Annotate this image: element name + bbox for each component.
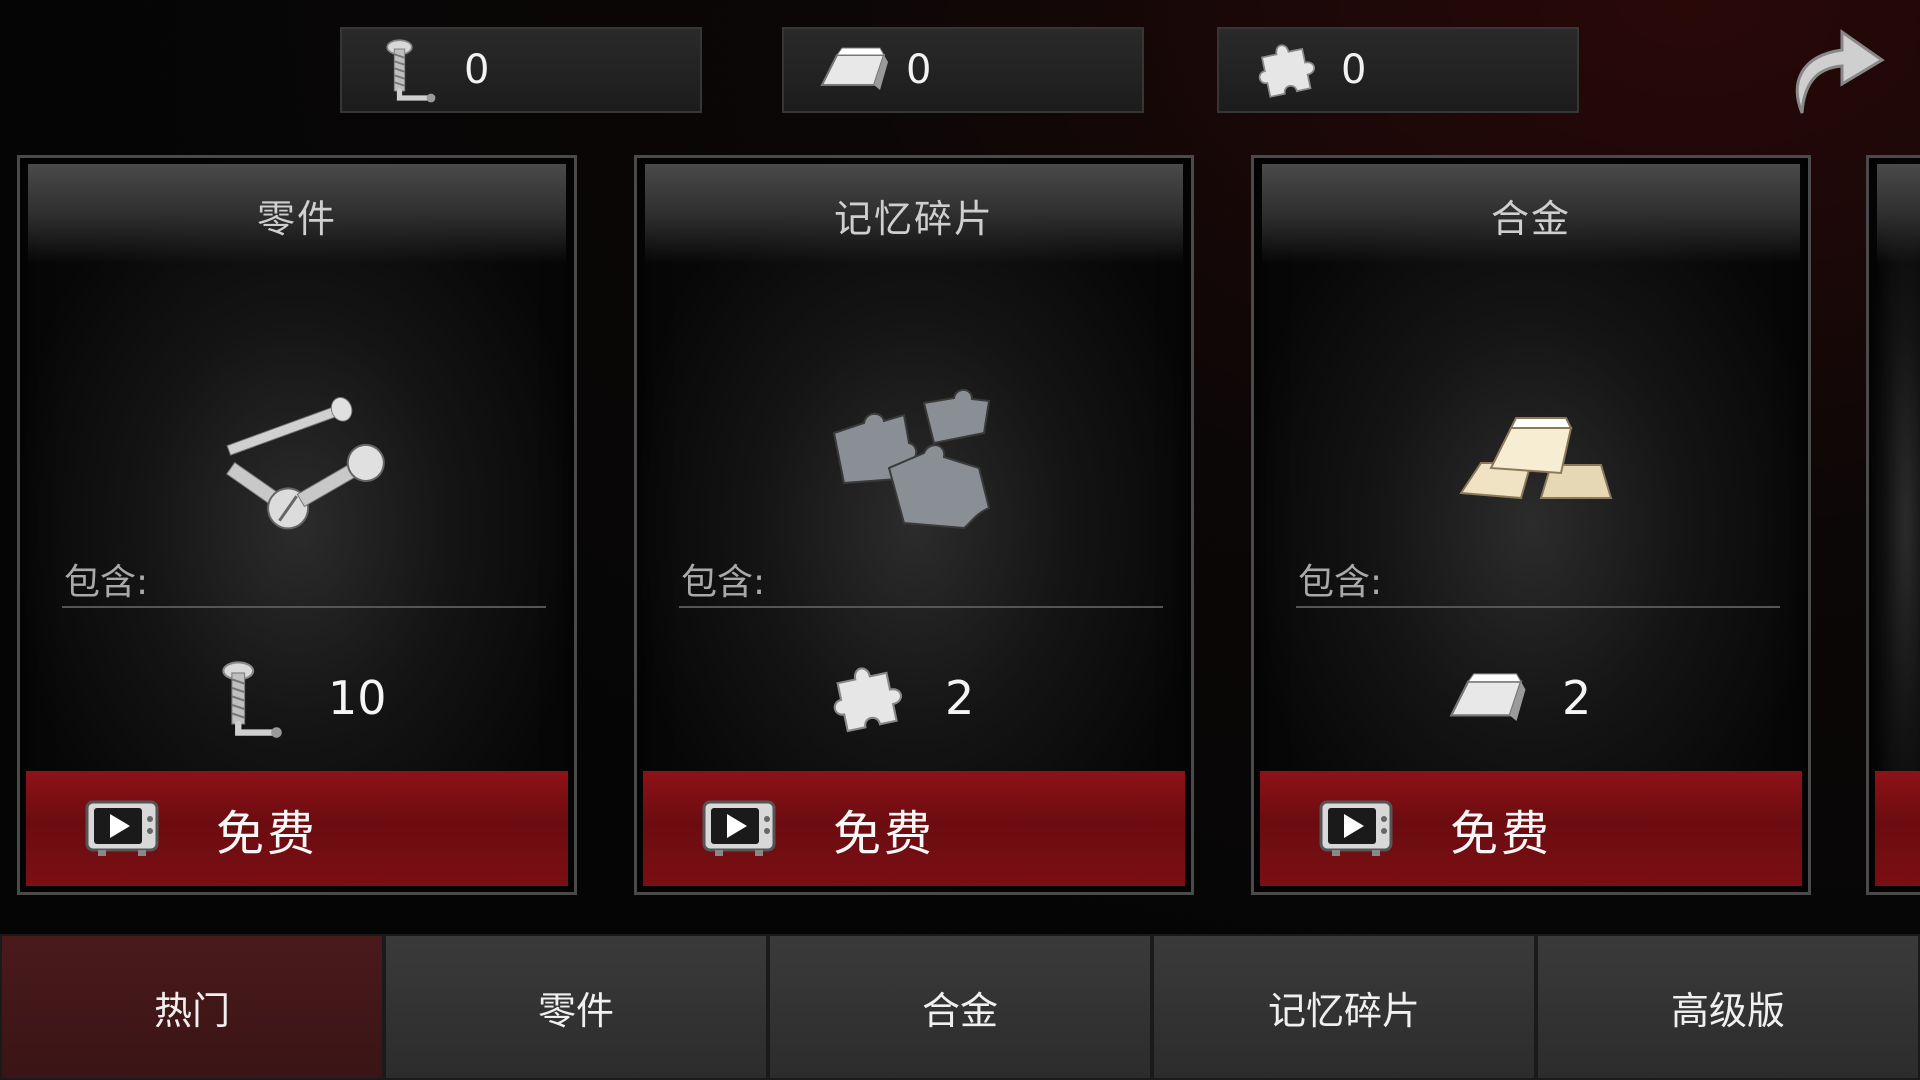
reward-row: 2 xyxy=(1254,653,1808,743)
tv-play-icon xyxy=(1318,799,1394,859)
category-tabs: 热门 零件 合金 记忆碎片 高级版 xyxy=(0,934,1920,1080)
tab-memory-fragments[interactable]: 记忆碎片 xyxy=(1152,934,1536,1080)
reward-row: 10 xyxy=(20,653,574,743)
offer-card-alloy: 合金 包含: 2 免费 xyxy=(1251,155,1811,895)
back-button[interactable] xyxy=(1780,18,1890,123)
screws-currency: 0 xyxy=(340,27,702,113)
divider xyxy=(62,606,546,608)
tab-premium[interactable]: 高级版 xyxy=(1536,934,1920,1080)
divider xyxy=(679,606,1163,608)
alloy-bar-icon xyxy=(1440,656,1530,741)
card-header: 合金 xyxy=(1262,164,1800,264)
puzzle-pieces-art xyxy=(832,388,991,530)
free-label: 免费 xyxy=(833,805,936,862)
alloy-bars-art xyxy=(1459,417,1613,500)
reward-amount: 2 xyxy=(945,671,975,725)
screw-icon xyxy=(206,656,296,741)
card-title: 合金 xyxy=(1490,197,1571,241)
tab-label: 零件 xyxy=(537,988,614,1033)
reward-row: 2 xyxy=(637,653,1191,743)
tv-play-icon xyxy=(701,799,777,859)
tab-label: 合金 xyxy=(921,988,998,1033)
memory-count: 0 xyxy=(1341,47,1367,93)
offer-card-memory-fragments: 记忆碎片 包含: 2 免费 xyxy=(634,155,1194,895)
free-button-partial[interactable] xyxy=(1875,771,1920,886)
contains-label: 包含: xyxy=(681,562,766,603)
tab-label: 热门 xyxy=(153,988,230,1033)
card-header xyxy=(1877,164,1920,264)
tab-parts[interactable]: 零件 xyxy=(384,934,768,1080)
tab-label: 记忆碎片 xyxy=(1267,988,1420,1033)
puzzle-piece-icon xyxy=(1247,35,1327,105)
back-arrow-icon xyxy=(1795,29,1885,114)
reward-amount: 2 xyxy=(1562,671,1592,725)
screws-art xyxy=(225,397,385,530)
free-label: 免费 xyxy=(1450,805,1553,862)
offer-card-partial xyxy=(1866,155,1920,895)
free-label: 免费 xyxy=(216,805,319,862)
tab-hot[interactable]: 热门 xyxy=(0,934,384,1080)
memory-currency: 0 xyxy=(1217,27,1579,113)
card-header: 零件 xyxy=(28,164,566,264)
alloy-currency: 0 xyxy=(782,27,1144,113)
puzzle-piece-icon xyxy=(823,656,913,741)
free-button-memory-fragments[interactable]: 免费 xyxy=(643,771,1185,886)
free-button-parts[interactable]: 免费 xyxy=(26,771,568,886)
card-title: 记忆碎片 xyxy=(833,197,994,241)
card-title: 零件 xyxy=(256,197,337,241)
tab-label: 高级版 xyxy=(1670,988,1785,1033)
reward-amount: 10 xyxy=(328,671,387,725)
card-header: 记忆碎片 xyxy=(645,164,1183,264)
alloy-count: 0 xyxy=(906,47,932,93)
tv-play-icon xyxy=(84,799,160,859)
alloy-bar-icon xyxy=(812,35,892,105)
contains-label: 包含: xyxy=(1298,562,1383,603)
offer-card-parts: 零件 包含: 10 免费 xyxy=(17,155,577,895)
contains-label: 包含: xyxy=(64,562,149,603)
screws-count: 0 xyxy=(464,47,490,93)
divider xyxy=(1296,606,1780,608)
screw-icon xyxy=(370,35,450,105)
free-button-alloy[interactable]: 免费 xyxy=(1260,771,1802,886)
tab-alloy[interactable]: 合金 xyxy=(768,934,1152,1080)
